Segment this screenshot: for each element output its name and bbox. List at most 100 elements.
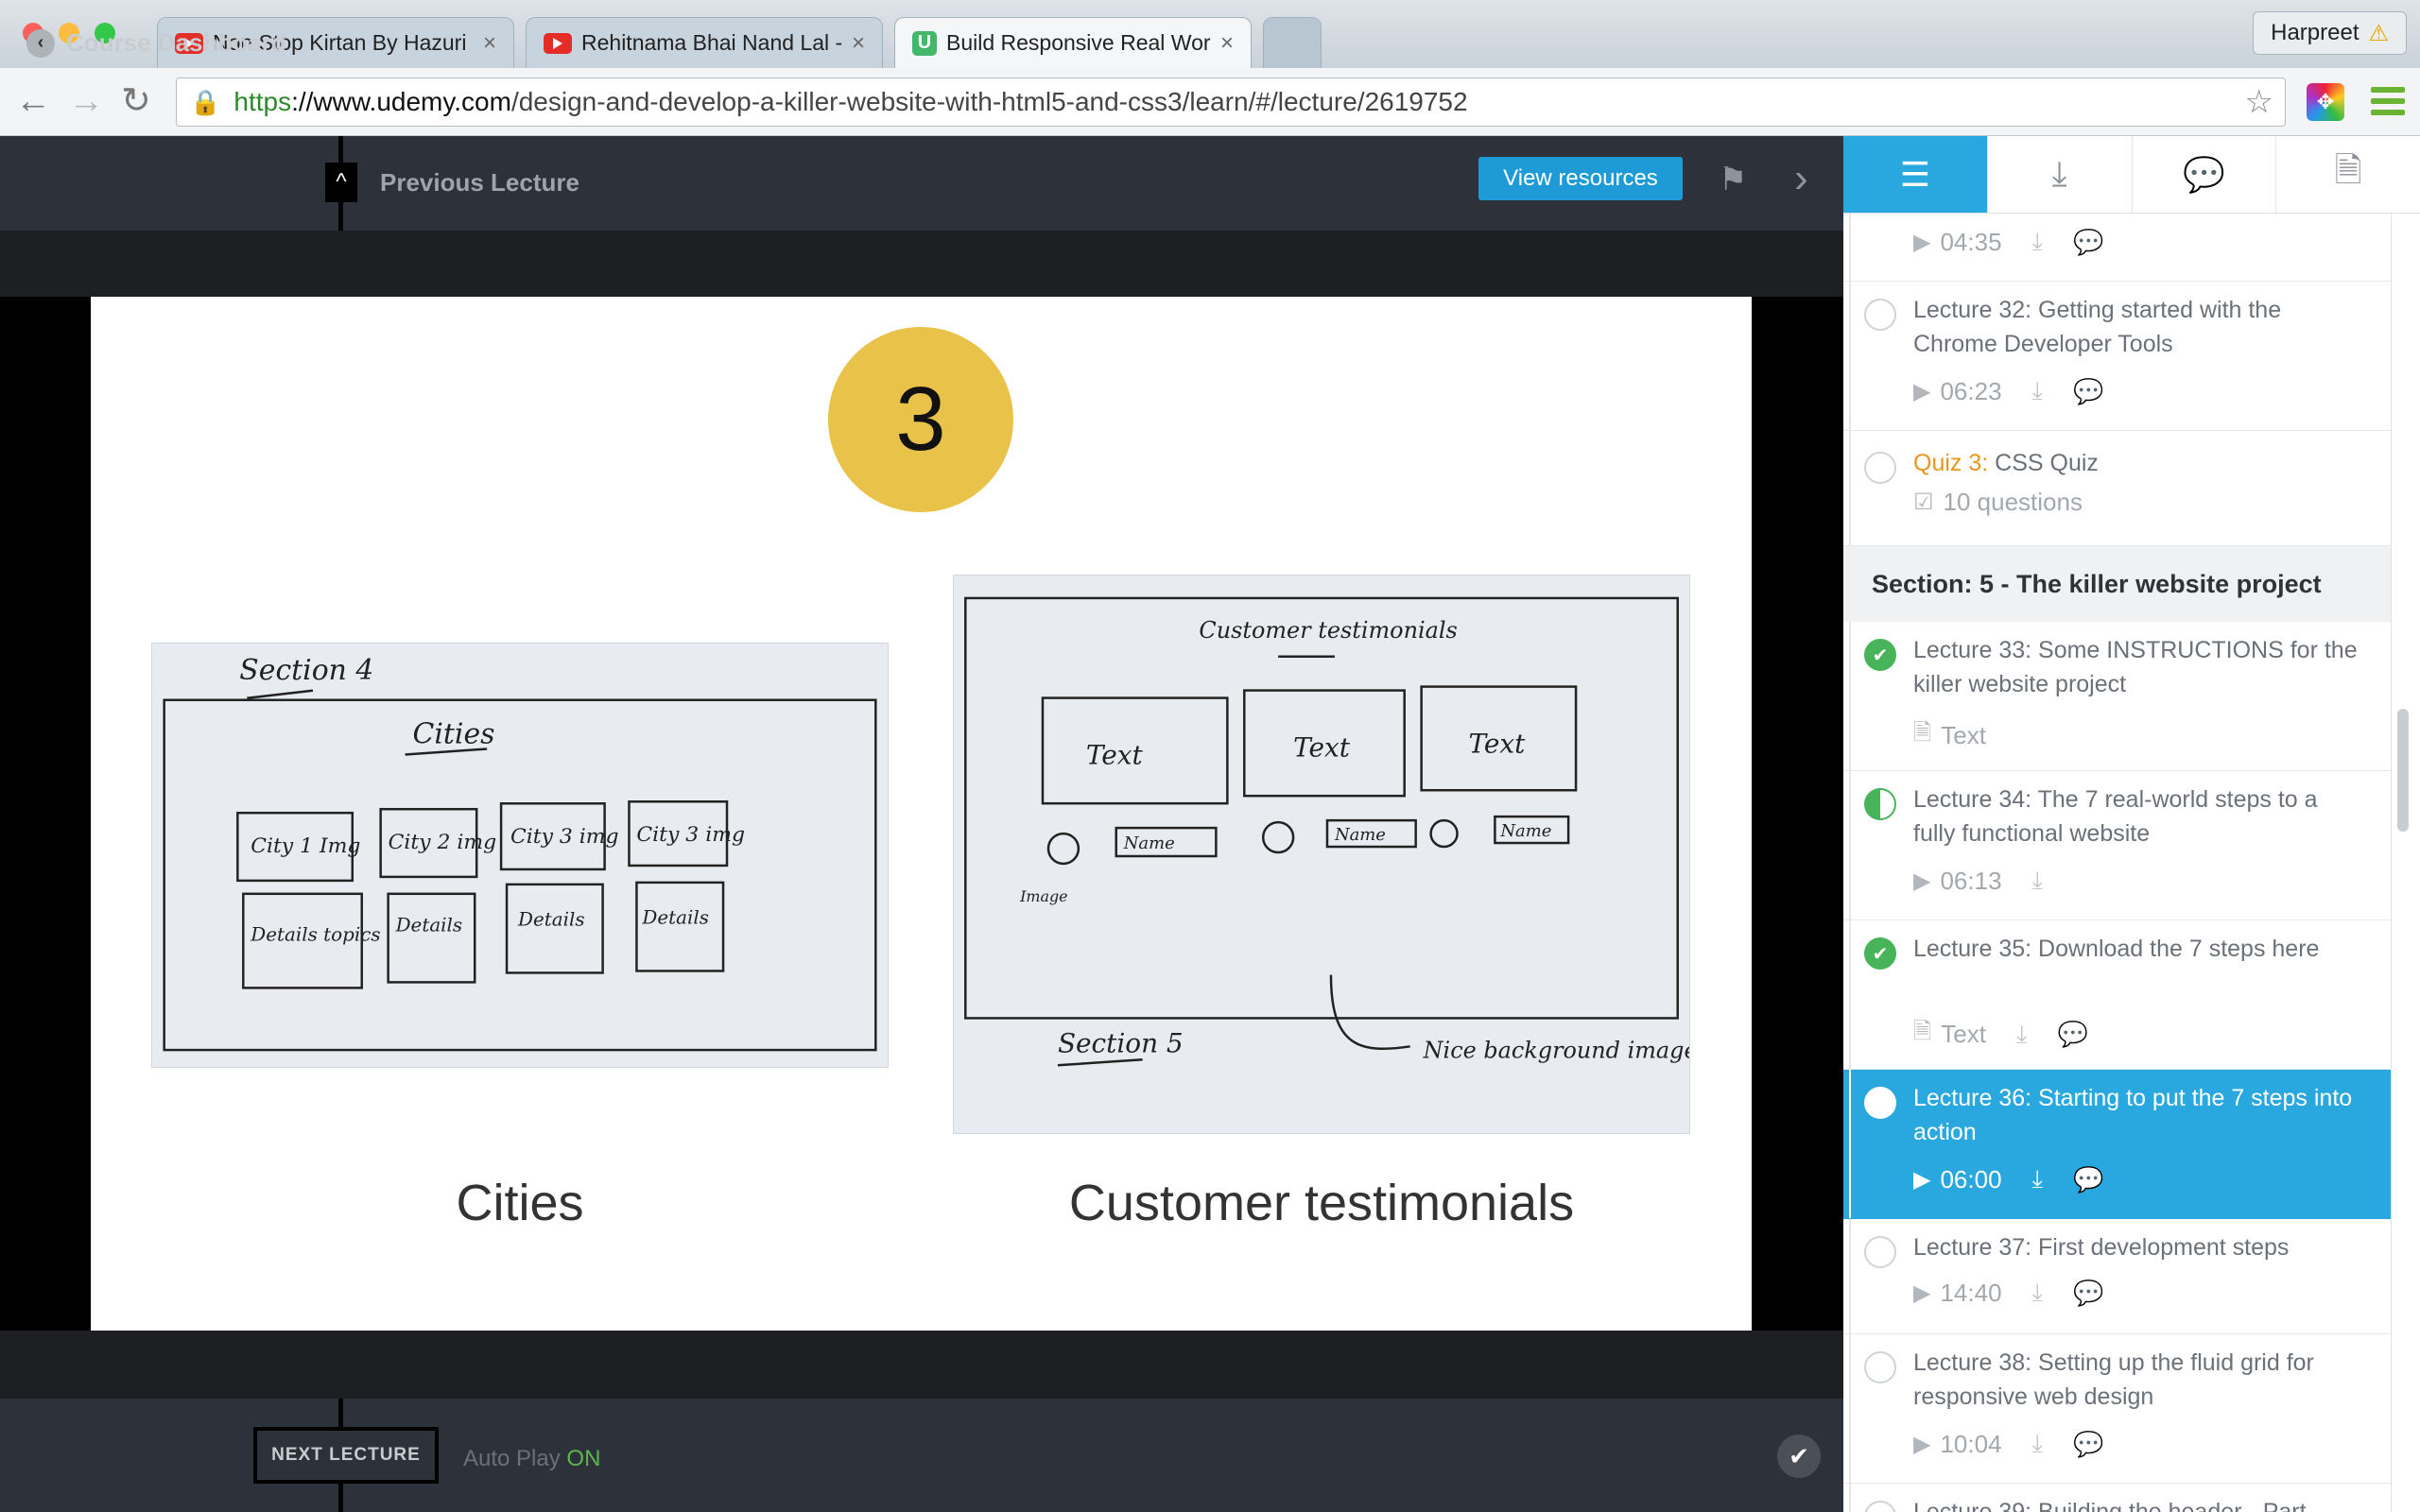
comment-icon[interactable]: 💬: [2073, 1279, 2103, 1308]
next-arrow-icon[interactable]: ›: [1794, 155, 1808, 202]
previous-lecture-link[interactable]: Previous Lecture: [380, 168, 579, 198]
browser-tab-2[interactable]: Rehitnama Bhai Nand Lal - ×: [526, 17, 883, 68]
partial-progress-icon[interactable]: [1864, 788, 1896, 820]
sketch-text-3: Text: [1468, 728, 1526, 759]
lecture-meta: ▶ 06:13 ⤓: [1913, 866, 2043, 896]
play-icon: ▶: [1913, 1166, 1931, 1193]
lecture-duration: 06:23: [1940, 376, 2002, 405]
flag-icon[interactable]: ⚑: [1719, 161, 1747, 198]
completed-check-icon[interactable]: ✔: [1864, 639, 1896, 671]
lecture-item[interactable]: Lecture 37: First development steps ▶ 14…: [1843, 1219, 2391, 1334]
comment-icon[interactable]: 💬: [2073, 228, 2103, 257]
back-icon[interactable]: ←: [15, 83, 51, 119]
autoplay-toggle[interactable]: Auto Play ON: [463, 1446, 600, 1472]
download-icon[interactable]: ⤓: [2016, 1020, 2028, 1050]
progress-line: [1849, 771, 1851, 919]
bookmark-star-icon[interactable]: ☆: [2245, 83, 2273, 121]
discussion-tab[interactable]: 💬: [2131, 136, 2276, 213]
comment-icon[interactable]: 💬: [2057, 1020, 2087, 1049]
next-lecture-button[interactable]: NEXT LECTURE: [253, 1427, 439, 1484]
download-icon[interactable]: ⤓: [2032, 376, 2044, 406]
curriculum-tab[interactable]: ☰: [1843, 136, 1987, 213]
sketch-details-4: Details: [641, 907, 709, 929]
course-dashboard-link[interactable]: ‹ Course Dashboard: [26, 28, 286, 58]
download-icon[interactable]: ⤓: [2032, 1278, 2044, 1308]
completed-check-icon[interactable]: ✔: [1864, 937, 1896, 970]
lecture-status-circle[interactable]: [1864, 1087, 1896, 1119]
play-icon: ▶: [1913, 229, 1931, 255]
lecture-item[interactable]: Lecture 34: The 7 real-world steps to a …: [1843, 771, 2391, 920]
tab-close-icon[interactable]: ×: [852, 30, 865, 57]
progress-line: [1849, 622, 1851, 770]
lecture-duration: 10:04: [1940, 1429, 2002, 1458]
lecture-item[interactable]: ✔ Lecture 33: Some INSTRUCTIONS for the …: [1843, 622, 2391, 771]
url-text: https://www.udemy.com/design-and-develop…: [233, 87, 1468, 116]
download-icon[interactable]: ⤓: [2032, 227, 2044, 257]
sketch-text-1: Text: [1086, 739, 1144, 770]
progress-line: [1849, 1070, 1851, 1218]
reload-icon[interactable]: ↻: [121, 83, 151, 119]
comment-icon[interactable]: 💬: [2073, 1165, 2103, 1194]
lecture-item[interactable]: Lecture 32: Getting started with the Chr…: [1843, 282, 2391, 431]
tab-close-icon[interactable]: ×: [1220, 30, 1234, 57]
download-icon[interactable]: ⤓: [2032, 1164, 2044, 1194]
lecture-item[interactable]: ✔ Lecture 35: Download the 7 steps here …: [1843, 920, 2391, 1070]
sketch-name-1: Name: [1123, 833, 1175, 853]
lecture-title: Lecture 36: Starting to put the 7 steps …: [1913, 1085, 2353, 1145]
quiz-question-count: 10 questions: [1943, 488, 2083, 516]
quiz-item[interactable]: Quiz 3: CSS Quiz ☑ 10 questions: [1843, 431, 2391, 546]
download-icon[interactable]: ⤓: [2032, 1429, 2044, 1459]
download-icon[interactable]: ⤓: [2032, 866, 2044, 896]
quiz-name: CSS Quiz: [1995, 450, 2099, 476]
tab-close-icon[interactable]: ×: [483, 30, 496, 57]
testimonials-sketch: Customer testimonials Text Text Text Nam…: [953, 575, 1698, 1134]
new-tab-button[interactable]: [1263, 17, 1322, 68]
browser-tab-3[interactable]: U Build Responsive Real Wor ×: [894, 17, 1252, 68]
downloads-tab[interactable]: ⤓: [1986, 136, 2132, 213]
lecture-title: Lecture 35: Download the 7 steps here: [1913, 936, 2320, 962]
lecture-title: Lecture 32: Getting started with the Chr…: [1913, 297, 2282, 357]
cities-sketch: Section 4 Cities City 1 Img City 2 img C…: [151, 643, 889, 1068]
lecture-status-circle[interactable]: [1864, 1501, 1896, 1512]
mark-complete-icon[interactable]: ✔: [1777, 1435, 1821, 1478]
sketch-name-3: Name: [1499, 821, 1551, 841]
list-icon: ☰: [1899, 154, 1931, 194]
forward-icon[interactable]: →: [68, 83, 104, 119]
lecture-status-circle[interactable]: [1864, 1236, 1896, 1268]
play-icon: ▶: [1913, 868, 1931, 894]
lecture-type: Text: [1941, 721, 1986, 749]
comment-icon[interactable]: 💬: [2073, 1430, 2103, 1459]
lecture-item[interactable]: Lecture 38: Setting up the fluid grid fo…: [1843, 1334, 2391, 1484]
lecture-status-circle[interactable]: [1864, 299, 1896, 331]
lecture-status-circle[interactable]: [1864, 452, 1896, 484]
checkbox-icon: ☑: [1913, 490, 1934, 515]
lecture-item[interactable]: Lecture 39: Building the header - Part: [1843, 1484, 2391, 1512]
video-band-top: [0, 231, 1843, 297]
lock-icon: 🔒: [190, 87, 221, 116]
progress-line: [1849, 214, 1851, 281]
browser-menu-icon[interactable]: [2371, 87, 2405, 121]
comment-icon[interactable]: 💬: [2073, 377, 2103, 406]
lecture-duration: 04:35: [1940, 227, 2002, 256]
lecture-type: Text: [1941, 1020, 1986, 1048]
current-lecture-item[interactable]: Lecture 36: Starting to put the 7 steps …: [1843, 1070, 2391, 1219]
progress-line: [1849, 431, 1851, 545]
text-document-icon: 🗎: [1913, 720, 1932, 746]
step-badge: 3: [828, 327, 1013, 512]
sidebar-scrollbar[interactable]: [2397, 709, 2409, 832]
browser-toolbar: ← → ↻ 🔒 https://www.udemy.com/design-and…: [0, 68, 2420, 136]
lecture-status-circle[interactable]: [1864, 1351, 1896, 1383]
extension-icon[interactable]: ✥: [2307, 83, 2344, 121]
notes-tab[interactable]: 🗎: [2275, 136, 2420, 213]
lecture-item[interactable]: ▶ 04:35 ⤓ 💬: [1843, 214, 2391, 282]
address-bar[interactable]: 🔒 https://www.udemy.com/design-and-devel…: [176, 77, 2286, 127]
profile-button[interactable]: Harpreet ⚠: [2253, 11, 2407, 55]
chat-icon: 💬: [2182, 154, 2225, 194]
cities-caption: Cities: [456, 1175, 584, 1231]
view-resources-button[interactable]: View resources: [1478, 157, 1683, 200]
document-icon: 🗎: [2334, 150, 2362, 189]
progress-line: [1849, 1484, 1851, 1512]
course-sidebar: ☰ ⤓ 💬 🗎 ▶ 04:35 ⤓ 💬 Lecture 32: Getting …: [1843, 136, 2420, 1512]
progress-line: [1849, 1219, 1851, 1333]
chevron-up-icon[interactable]: ^: [325, 163, 357, 202]
